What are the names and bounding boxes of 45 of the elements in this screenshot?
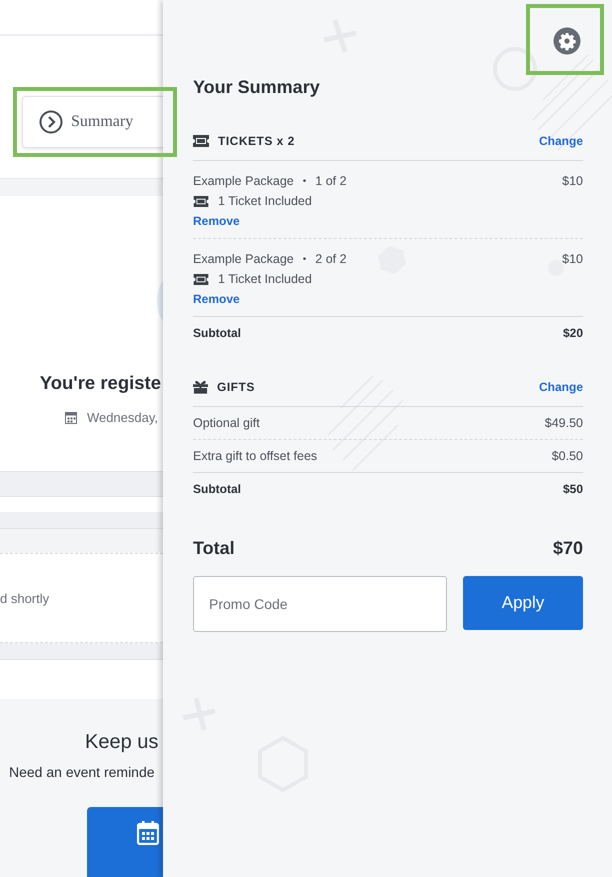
item-price: $10 <box>562 174 583 188</box>
subtotal-amount: $50 <box>562 482 583 496</box>
total-amount: $70 <box>552 538 583 559</box>
package-position: 1 of 2 <box>315 174 347 188</box>
change-link[interactable]: Change <box>538 380 583 394</box>
package-name: Example Package <box>193 174 294 188</box>
item-price: $0.50 <box>552 449 583 463</box>
bullet-separator: • <box>302 176 306 186</box>
remove-link[interactable]: Remove <box>193 292 240 306</box>
chevron-circle-icon <box>39 110 63 134</box>
ticket-count: 1 Ticket Included <box>218 194 312 208</box>
ticket-icon <box>193 274 209 284</box>
calendar-icon <box>137 821 159 845</box>
settings-button[interactable] <box>553 27 581 55</box>
panel-title: Your Summary <box>193 77 321 98</box>
settings-icon <box>553 27 581 55</box>
subtotal-label: Subtotal <box>193 482 241 496</box>
gift-icon <box>193 380 208 394</box>
item-price: $49.50 <box>544 416 583 430</box>
ticket-icon <box>193 135 209 147</box>
section-title: TICKETS x 2 <box>218 134 295 148</box>
package-position: 2 of 2 <box>315 252 347 266</box>
summary-button[interactable]: Summary <box>22 96 163 148</box>
package-name: Example Package <box>193 252 294 266</box>
status-text: d shortly <box>0 590 50 606</box>
apply-button[interactable]: Apply <box>463 576 583 630</box>
bullet-separator: • <box>302 254 306 264</box>
promo-code-field[interactable]: Promo Code <box>193 576 447 632</box>
reminder-text: Need an event reminde <box>9 764 155 780</box>
ticket-icon <box>193 196 209 206</box>
subtotal-amount: $20 <box>562 326 583 340</box>
section-title: GIFTS <box>217 380 255 394</box>
confirmation-heading: You're registe <box>40 372 161 394</box>
ticket-count: 1 Ticket Included <box>218 272 312 286</box>
event-date: Wednesday, <box>86 410 158 425</box>
item-price: $10 <box>562 252 583 266</box>
calendar-icon <box>64 411 77 424</box>
subtotal-label: Subtotal <box>193 326 241 340</box>
calendar-button[interactable] <box>87 807 163 877</box>
item-name: Optional gift <box>193 416 260 430</box>
item-name: Extra gift to offset fees <box>193 449 318 463</box>
remove-link[interactable]: Remove <box>193 214 240 228</box>
reminder-heading: Keep us <box>85 731 158 754</box>
change-link[interactable]: Change <box>538 134 583 148</box>
total-label: Total <box>193 538 235 559</box>
